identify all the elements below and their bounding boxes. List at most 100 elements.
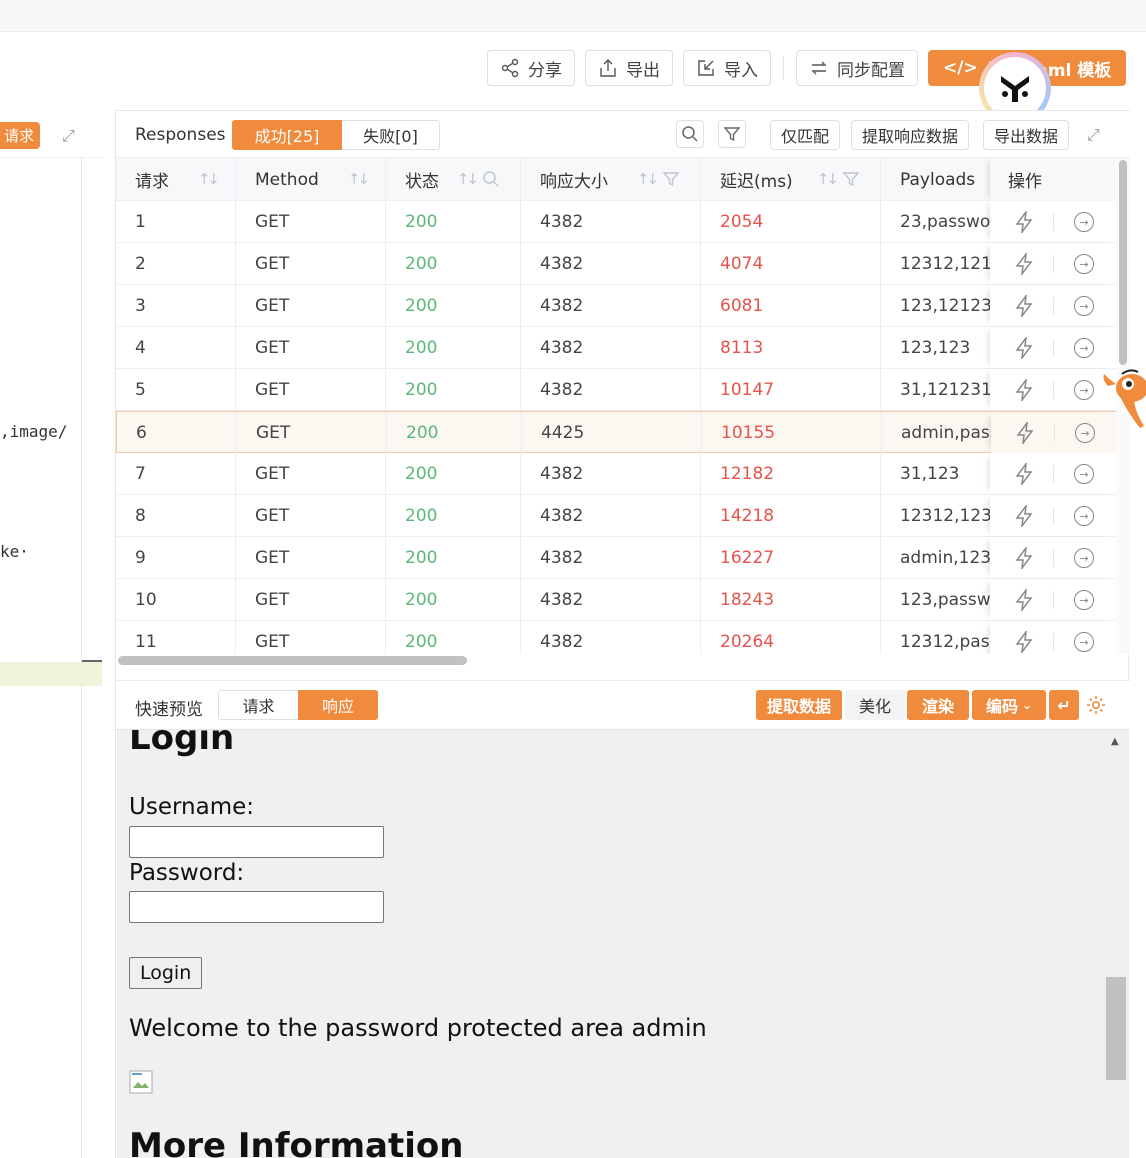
cell-payloads: 123,123: [881, 327, 1001, 368]
cell-method: GET: [236, 327, 386, 368]
tab-response[interactable]: 响应: [298, 690, 378, 720]
arrow-right-circle-icon[interactable]: →: [1074, 296, 1094, 316]
col-size[interactable]: 响应大小 ↑↓: [521, 158, 701, 201]
arrow-right-circle-icon[interactable]: →: [1074, 464, 1094, 484]
lightning-icon[interactable]: [1014, 589, 1034, 611]
lightning-icon[interactable]: [1014, 295, 1034, 317]
arrow-right-circle-icon[interactable]: →: [1074, 212, 1094, 232]
col-status[interactable]: 状态 ↑↓: [386, 158, 521, 201]
table-row[interactable]: 1 GET 200 4382 2054 23,password →: [116, 201, 1116, 243]
extract-data-button[interactable]: 提取数据: [756, 690, 842, 720]
filter-icon: [723, 127, 741, 142]
arrow-right-circle-icon[interactable]: →: [1075, 423, 1095, 443]
render-scroll-thumb[interactable]: [1106, 977, 1126, 1080]
scroll-up-arrow-icon[interactable]: ▲: [1111, 736, 1119, 747]
username-field[interactable]: [129, 826, 384, 858]
col-request[interactable]: 请求 ↑↓: [116, 158, 236, 201]
responses-header: Responses 成功[25] 失败[0] 仅匹配 提取响应数据 导出数据 ⤢: [116, 110, 1130, 158]
login-button[interactable]: Login: [129, 957, 203, 989]
share-button[interactable]: 分享: [487, 50, 575, 86]
lightning-icon[interactable]: [1014, 463, 1034, 485]
beautify-button[interactable]: 美化: [845, 690, 905, 720]
col-label: 操作: [1008, 172, 1042, 192]
lightning-icon[interactable]: [1014, 547, 1034, 569]
table-row[interactable]: 7 GET 200 4382 12182 31,123 →: [116, 453, 1116, 495]
lightning-icon[interactable]: [1014, 631, 1034, 653]
col-label: 状态: [405, 172, 439, 192]
cell-delay: 18243: [701, 579, 881, 620]
col-payloads[interactable]: Payloads: [881, 158, 1001, 201]
lightning-icon[interactable]: [1014, 379, 1034, 401]
table-row[interactable]: 2GET2004382407412312,12123 →: [116, 243, 1116, 285]
arrow-right-circle-icon[interactable]: →: [1074, 380, 1094, 400]
col-delay[interactable]: 延迟(ms) ↑↓: [701, 158, 881, 201]
cell-payloads: 12312,password: [881, 621, 1001, 654]
expand-icon[interactable]: ⤢: [62, 126, 75, 146]
arrow-right-circle-icon[interactable]: →: [1074, 590, 1094, 610]
table-vertical-scroll-thumb[interactable]: [1119, 160, 1127, 365]
lightning-icon[interactable]: [1015, 422, 1035, 444]
cell-request: 6: [117, 412, 237, 453]
action-divider: [1053, 633, 1054, 651]
request-tab-button[interactable]: 请求: [0, 122, 40, 149]
sort-icon[interactable]: ↑↓: [348, 170, 370, 188]
cell-status: 200: [387, 412, 522, 453]
extract-response-button[interactable]: 提取响应数据: [851, 120, 970, 150]
import-button[interactable]: 导入: [683, 50, 771, 86]
wrap-button[interactable]: ↵: [1049, 690, 1079, 720]
export-button[interactable]: 导出: [585, 50, 673, 86]
arrow-right-circle-icon[interactable]: →: [1074, 548, 1094, 568]
col-method[interactable]: Method ↑↓: [236, 158, 386, 201]
cell-method: GET: [237, 412, 387, 453]
table-row[interactable]: 5 GET 200 4382 10147 31,121231 →: [116, 369, 1116, 411]
responses-table: 请求 ↑↓ Method ↑↓ 状态 ↑↓ 响应大小 ↑↓ 延迟(ms) ↑↓ Paylo…: [116, 158, 1116, 654]
table-horizontal-scroll-thumb[interactable]: [118, 656, 467, 665]
settings-button[interactable]: [1085, 694, 1107, 720]
sort-icon[interactable]: ↑↓: [817, 170, 839, 188]
table-row[interactable]: 9 GET 200 4382 16227 admin,123 →: [116, 537, 1116, 579]
mascot-icon[interactable]: [1100, 366, 1146, 432]
filter-button[interactable]: [718, 120, 746, 148]
sort-icon[interactable]: ↑↓: [457, 170, 479, 188]
request-code-editor[interactable]: ,image/ ke·: [0, 158, 102, 1158]
cell-request: 7: [116, 453, 236, 494]
table-row[interactable]: 11GET20043822026412312,password →: [116, 621, 1116, 654]
table-row[interactable]: 10GET200438218243123,password →: [116, 579, 1116, 621]
arrow-right-circle-icon[interactable]: →: [1074, 338, 1094, 358]
tab-request[interactable]: 请求: [218, 690, 298, 720]
search-icon[interactable]: [482, 170, 500, 188]
cell-status: 200: [386, 495, 521, 536]
filter-icon[interactable]: [662, 170, 680, 188]
only-match-button[interactable]: 仅匹配: [770, 120, 841, 150]
arrow-right-circle-icon[interactable]: →: [1074, 506, 1094, 526]
render-button[interactable]: 渲染: [907, 690, 969, 720]
lightning-icon[interactable]: [1014, 253, 1034, 275]
lightning-icon[interactable]: [1014, 211, 1034, 233]
action-divider: [1053, 297, 1054, 315]
filter-icon[interactable]: [842, 170, 860, 188]
password-field[interactable]: [129, 891, 384, 923]
arrow-right-circle-icon[interactable]: →: [1074, 254, 1094, 274]
lightning-icon[interactable]: [1014, 337, 1034, 359]
lightning-icon[interactable]: [1014, 505, 1034, 527]
sort-icon[interactable]: ↑↓: [198, 170, 220, 188]
expand-icon[interactable]: ⤢: [1087, 125, 1100, 145]
arrow-right-circle-icon[interactable]: →: [1074, 632, 1094, 652]
search-button[interactable]: [676, 120, 704, 148]
encode-dropdown[interactable]: 编码 ⌄: [972, 690, 1046, 720]
action-divider: [1053, 255, 1054, 273]
table-row[interactable]: 8 GET 200 4382 14218 12312,123 →: [116, 495, 1116, 537]
sort-icon[interactable]: ↑↓: [637, 170, 659, 188]
table-row[interactable]: 6GET200442510155admin,password →: [116, 411, 1116, 453]
tab-failed[interactable]: 失败[0]: [342, 120, 440, 150]
sync-config-button[interactable]: 同步配置: [796, 50, 918, 86]
swap-icon: [811, 61, 827, 75]
cell-actions: →: [990, 201, 1116, 242]
table-row[interactable]: 4 GET 200 4382 8113 123,123 →: [116, 327, 1116, 369]
code-line: ,image/: [0, 422, 68, 441]
table-row[interactable]: 3 GET 200 4382 6081 123,121231 →: [116, 285, 1116, 327]
response-render-view[interactable]: Login Username: Password: Login Welcome …: [117, 730, 1129, 1158]
cell-payloads: 31,123: [881, 453, 1001, 494]
tab-success[interactable]: 成功[25]: [232, 120, 342, 150]
export-data-button[interactable]: 导出数据: [983, 120, 1070, 150]
